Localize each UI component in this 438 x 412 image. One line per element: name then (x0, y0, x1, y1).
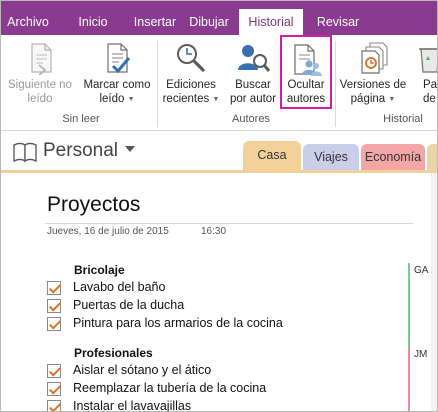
author-initials-jm: JM (414, 349, 428, 360)
group-separator (335, 41, 336, 127)
page-time: 16:30 (201, 226, 227, 237)
notebook-bar: Personal Casa Viajes Economía (1, 132, 437, 170)
page-date: Jueves, 16 de julio de 2015 (47, 226, 169, 237)
find-author-label-2: por autor (229, 92, 277, 105)
checkbox-checked[interactable] (47, 281, 61, 295)
group-label-autores: Autores (232, 113, 270, 125)
page-versions-label-2: página (350, 92, 386, 105)
hide-authors-label-1: Ocultar (287, 79, 325, 91)
todo-text[interactable]: Aislar el sótano y el ático (73, 363, 211, 377)
hide-authors-label-2: autores (286, 92, 326, 105)
notebook-name[interactable]: Personal (43, 140, 118, 162)
todo-text[interactable]: Reemplazar la tubería de la cocina (73, 381, 266, 395)
next-unread-icon (31, 43, 52, 75)
recycle-bin-label-1: Pap (423, 79, 438, 91)
section-tab-casa[interactable]: Casa (243, 141, 301, 170)
chevron-down-icon[interactable] (125, 146, 135, 152)
author-bar-ga (408, 263, 410, 347)
find-author-label-1: Buscar (235, 79, 271, 91)
chevron-down-icon: ▼ (212, 95, 220, 103)
checkbox-checked[interactable] (47, 364, 61, 378)
todo-text[interactable]: Instalar el lavavajillas (73, 399, 191, 411)
group-separator (157, 41, 158, 127)
recent-edits-label-2: recientes (162, 92, 210, 105)
next-unread-button[interactable]: Siguiente no leído (3, 35, 77, 111)
checkbox-checked[interactable] (47, 400, 61, 411)
recycle-bin-button[interactable]: Pap de (411, 35, 438, 111)
recycle-bin-icon (419, 48, 437, 73)
find-author-button[interactable]: Buscar por autor (227, 35, 279, 111)
ribbon: Siguiente no leído Marcar como leído ▼ E… (1, 35, 438, 131)
mark-read-icon (107, 43, 131, 74)
section-heading-bricolaje[interactable]: Bricolaje (74, 263, 125, 277)
checkbox-checked[interactable] (47, 317, 61, 331)
checkbox-checked[interactable] (47, 299, 61, 313)
group-label-sin-leer: Sin leer (62, 113, 100, 125)
find-author-icon (238, 45, 270, 72)
hide-authors-icon (294, 44, 322, 76)
page-versions-icon (361, 42, 388, 74)
mark-read-button[interactable]: Marcar como leído ▼ (79, 35, 155, 111)
next-unread-label-2: leído (27, 92, 53, 105)
chevron-down-icon: ▼ (127, 95, 135, 103)
page-versions-label-1: Versiones de (339, 79, 407, 91)
notebook-icon (13, 142, 37, 162)
tab-insertar[interactable]: Insertar (127, 9, 183, 35)
page-versions-button[interactable]: Versiones de página ▼ (337, 35, 409, 111)
next-unread-label-1: Siguiente no (8, 79, 72, 91)
onenote-window: Archivo Inicio Insertar Dibujar Historia… (0, 0, 438, 412)
checkbox-checked[interactable] (47, 382, 61, 396)
recent-edits-label-1: Ediciones (166, 79, 216, 91)
mark-read-label-1: Marcar como (83, 79, 151, 91)
tab-archivo[interactable]: Archivo (3, 9, 53, 35)
vertical-scrollbar[interactable] (431, 173, 437, 411)
tab-dibujar[interactable]: Dibujar (185, 9, 233, 35)
page-title[interactable]: Proyectos (47, 193, 140, 217)
todo-text[interactable]: Pintura para los armarios de la cocina (73, 316, 283, 330)
hide-authors-button[interactable]: Ocultar autores (280, 35, 332, 109)
section-heading-profesionales[interactable]: Profesionales (74, 346, 153, 360)
ribbon-tab-bar: Archivo Inicio Insertar Dibujar Historia… (1, 1, 437, 35)
recycle-bin-label-2: de (423, 92, 436, 105)
section-tab-viajes[interactable]: Viajes (303, 144, 359, 170)
section-tab-overflow[interactable] (427, 144, 437, 170)
page-canvas[interactable]: Proyectos Jueves, 16 de julio de 2015 16… (1, 173, 437, 411)
author-initials-ga: GA (414, 265, 429, 276)
tab-inicio[interactable]: Inicio (71, 9, 115, 35)
todo-text[interactable]: Puertas de la ducha (73, 298, 184, 312)
author-bar-jm (408, 347, 410, 411)
recent-edits-icon (177, 44, 206, 73)
section-tab-economia[interactable]: Economía (361, 144, 425, 170)
tab-revisar[interactable]: Revisar (313, 9, 363, 35)
tab-historial[interactable]: Historial (239, 9, 303, 35)
todo-text[interactable]: Lavabo del baño (73, 280, 165, 294)
chevron-down-icon: ▼ (388, 95, 396, 103)
recent-edits-button[interactable]: Ediciones recientes ▼ (159, 35, 223, 111)
title-divider (45, 223, 413, 224)
group-label-historial: Historial (383, 113, 423, 125)
mark-read-label-2: leído (99, 92, 125, 105)
